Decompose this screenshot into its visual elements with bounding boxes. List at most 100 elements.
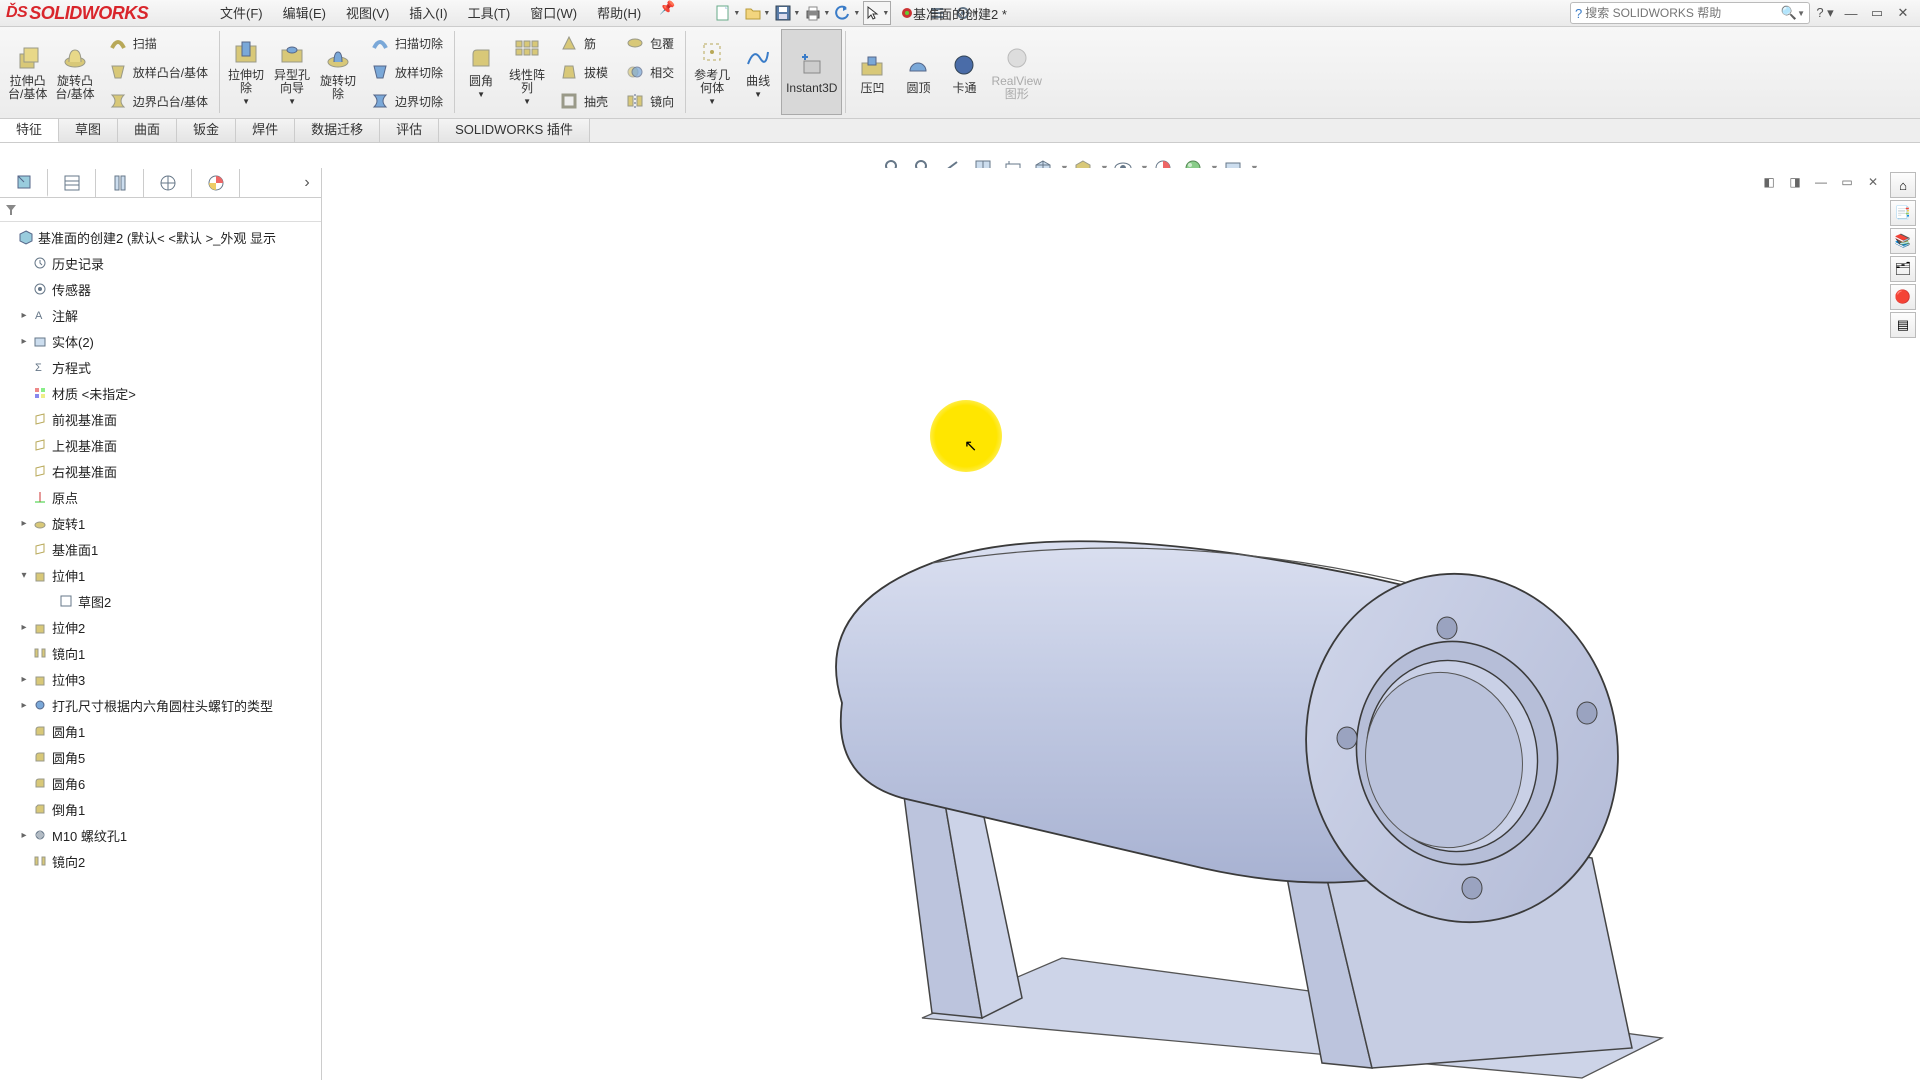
shell-button[interactable]: 抽壳 <box>553 87 613 115</box>
revolve-boss-button[interactable]: 旋转凸 台/基体 <box>51 29 98 115</box>
tab-features[interactable]: 特征 <box>0 119 59 142</box>
wrap-button[interactable]: 包覆 <box>619 29 679 57</box>
tab-addins[interactable]: SOLIDWORKS 插件 <box>439 119 590 142</box>
tree-sketch2[interactable]: 草图2 <box>0 588 321 614</box>
tab-sketch[interactable]: 草图 <box>59 119 118 142</box>
task-resources[interactable]: 📑 <box>1890 200 1916 226</box>
tab-data-migration[interactable]: 数据迁移 <box>295 119 380 142</box>
tab-weldments[interactable]: 焊件 <box>236 119 295 142</box>
menu-insert[interactable]: 插入(I) <box>399 0 457 27</box>
mirror-button[interactable]: 镜向 <box>619 87 679 115</box>
rib-button[interactable]: 筋 <box>553 29 613 57</box>
tree-equations[interactable]: Σ方程式 <box>0 354 321 380</box>
curves-button[interactable]: 曲线▼ <box>735 29 781 115</box>
tree-annotations[interactable]: ▸A注解 <box>0 302 321 328</box>
vp-dock-left[interactable]: ◧ <box>1758 172 1780 192</box>
tab-sheet-metal[interactable]: 钣金 <box>177 119 236 142</box>
extrude-cut-button[interactable]: 拉伸切 除▼ <box>223 29 269 115</box>
tree-plane1[interactable]: 基准面1 <box>0 536 321 562</box>
task-home[interactable]: ⌂ <box>1890 172 1916 198</box>
hole-wizard-button[interactable]: 异型孔 向导▼ <box>269 29 315 115</box>
tree-extrude2[interactable]: ▸拉伸2 <box>0 614 321 640</box>
sweep-cut-button[interactable]: 扫描切除 <box>364 29 448 57</box>
property-manager-tab[interactable] <box>48 169 96 197</box>
filter-row[interactable] <box>0 198 321 222</box>
ds-logo-icon: ĎS <box>6 4 27 22</box>
dimxpert-manager-tab[interactable] <box>144 169 192 197</box>
emboss-button[interactable]: 压凹 <box>849 29 895 115</box>
tree-fillet6[interactable]: 圆角6 <box>0 770 321 796</box>
intersect-button[interactable]: 相交 <box>619 58 679 86</box>
draft-button[interactable]: 拔模 <box>553 58 613 86</box>
tree-cbore[interactable]: ▸打孔尺寸根据内六角圆柱头螺钉的类型 <box>0 692 321 718</box>
feature-tree[interactable]: 基准面的创建2 (默认< <默认 >_外观 显示 历史记录 传感器 ▸A注解 ▸… <box>0 222 321 1080</box>
configuration-manager-tab[interactable] <box>96 169 144 197</box>
tree-right-plane[interactable]: 右视基准面 <box>0 458 321 484</box>
revolve-cut-button[interactable]: 旋转切 除 <box>315 29 361 115</box>
tree-mirror2[interactable]: 镜向2 <box>0 848 321 874</box>
close-button[interactable]: ✕ <box>1892 3 1914 23</box>
vp-dock-right[interactable]: ◨ <box>1784 172 1806 192</box>
linear-pattern-button[interactable]: 线性阵 列▼ <box>504 29 550 115</box>
print-button[interactable]: ▼ <box>803 1 831 25</box>
menu-help[interactable]: 帮助(H) <box>587 0 651 27</box>
task-file-explorer[interactable]: 🗂 <box>1890 256 1916 282</box>
tree-solid-bodies[interactable]: ▸实体(2) <box>0 328 321 354</box>
task-view-palette[interactable]: 🔴 <box>1890 284 1916 310</box>
flyout-expand-button[interactable]: › <box>293 174 321 192</box>
tree-origin[interactable]: 原点 <box>0 484 321 510</box>
help-search[interactable]: ? 🔍▼ <box>1570 2 1810 24</box>
loft-cut-button[interactable]: 放样切除 <box>364 58 448 86</box>
tree-root[interactable]: 基准面的创建2 (默认< <默认 >_外观 显示 <box>0 224 321 250</box>
tree-revolve1[interactable]: ▸旋转1 <box>0 510 321 536</box>
graphics-viewport[interactable]: ◧ ◨ — ▭ ✕ ⌂ 📑 📚 🗂 🔴 ▤ <box>322 168 1920 1080</box>
tree-front-plane[interactable]: 前视基准面 <box>0 406 321 432</box>
tree-extrude3[interactable]: ▸拉伸3 <box>0 666 321 692</box>
pin-icon[interactable]: 📌 <box>651 0 683 27</box>
tree-fillet5[interactable]: 圆角5 <box>0 744 321 770</box>
loft-boss-button[interactable]: 放样凸台/基体 <box>102 58 213 86</box>
tree-fillet1[interactable]: 圆角1 <box>0 718 321 744</box>
tree-top-plane[interactable]: 上视基准面 <box>0 432 321 458</box>
task-design-library[interactable]: 📚 <box>1890 228 1916 254</box>
boundary-cut-button[interactable]: 边界切除 <box>364 87 448 115</box>
menu-window[interactable]: 窗口(W) <box>520 0 587 27</box>
vp-minimize[interactable]: — <box>1810 172 1832 192</box>
tree-extrude1[interactable]: ▾拉伸1 <box>0 562 321 588</box>
tab-surfaces[interactable]: 曲面 <box>118 119 177 142</box>
tree-thread1[interactable]: ▸M10 螺纹孔1 <box>0 822 321 848</box>
tree-material[interactable]: 材质 <未指定> <box>0 380 321 406</box>
fillet-button[interactable]: 圆角▼ <box>458 29 504 115</box>
snap-button[interactable]: 卡通 <box>941 29 987 115</box>
open-button[interactable]: ▼ <box>743 1 771 25</box>
vp-close[interactable]: ✕ <box>1862 172 1884 192</box>
search-icon[interactable]: 🔍 <box>1781 5 1797 21</box>
menu-edit[interactable]: 编辑(E) <box>273 0 336 27</box>
new-button[interactable]: ▼ <box>713 1 741 25</box>
sweep-button[interactable]: 扫描 <box>102 29 213 57</box>
undo-button[interactable]: ▼ <box>833 1 861 25</box>
save-button[interactable]: ▼ <box>773 1 801 25</box>
tree-history[interactable]: 历史记录 <box>0 250 321 276</box>
menu-view[interactable]: 视图(V) <box>336 0 399 27</box>
select-button[interactable]: ▼ <box>863 1 891 25</box>
maximize-button[interactable]: ▭ <box>1866 3 1888 23</box>
extrude-boss-button[interactable]: 拉伸凸 台/基体 <box>4 29 51 115</box>
tree-chamfer1[interactable]: 倒角1 <box>0 796 321 822</box>
help-menu-button[interactable]: ? ▾ <box>1814 3 1836 23</box>
feature-manager-tab[interactable] <box>0 169 48 197</box>
ref-geometry-button[interactable]: 参考几 何体▼ <box>689 29 735 115</box>
vp-maximize[interactable]: ▭ <box>1836 172 1858 192</box>
boundary-boss-button[interactable]: 边界凸台/基体 <box>102 87 213 115</box>
minimize-button[interactable]: — <box>1840 3 1862 23</box>
task-appearances[interactable]: ▤ <box>1890 312 1916 338</box>
menu-file[interactable]: 文件(F) <box>210 0 273 27</box>
tree-mirror1[interactable]: 镜向1 <box>0 640 321 666</box>
instant3d-button[interactable]: Instant3D <box>781 29 842 115</box>
display-manager-tab[interactable] <box>192 169 240 197</box>
dome-button[interactable]: 圆顶 <box>895 29 941 115</box>
menu-tools[interactable]: 工具(T) <box>458 0 521 27</box>
tree-sensors[interactable]: 传感器 <box>0 276 321 302</box>
help-search-input[interactable] <box>1585 6 1781 20</box>
tab-evaluate[interactable]: 评估 <box>380 119 439 142</box>
